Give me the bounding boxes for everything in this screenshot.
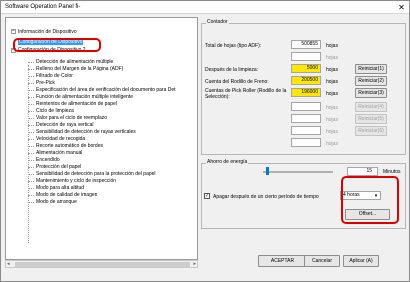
counter-empty-field [291,138,321,147]
tree-item-setting[interactable]: Relleno del Margen de la Página (ADF) [36,66,123,72]
tree-item-setting[interactable]: Especificación del área de verificación … [36,87,176,93]
total-sheets-value: 500855 [291,40,321,49]
software-operation-panel-window: Software Operation Panel fi- ✕ − Informa… [0,0,410,282]
tree-item-setting[interactable]: Modo para alta altitud [36,185,84,191]
scroll-left-icon[interactable]: ◂ [7,261,10,268]
brake-roller-label: Cuenta del Rodillo de Freno: [205,79,269,85]
accept-button[interactable]: ACEPTAR [258,255,307,267]
minutes-spinbox[interactable]: 15 [347,167,378,176]
tree-item-setting[interactable]: Velocidad de recogida [36,136,85,142]
tree-connector [28,153,34,154]
unit-label-disabled: hojas [326,117,338,123]
total-sheets-unit: hojas [326,43,338,49]
power-saving-slider-thumb[interactable] [266,167,269,175]
tree-item-setting[interactable]: Mantenimiento y ciclo de inspección [36,178,116,184]
unit-label-disabled: hojas [326,129,338,135]
after-cleaning-label: Después de la limpieza: [205,67,259,73]
tree-connector [28,62,34,63]
tree-connector [28,132,34,133]
tree-connector [28,76,34,77]
tree-connector [28,202,34,203]
unit-label-disabled: hojas [326,105,338,111]
counter-empty-field [291,126,321,135]
tree-item-setting[interactable]: Pre-Pick [36,80,55,86]
counter-empty-field [291,114,321,123]
pick-roller-unit: hojas [326,91,338,97]
tree-item-setting[interactable]: Detección de raya vertical [36,122,94,128]
tree-connector [28,174,34,175]
tree-connector [28,104,34,105]
counter-group-label: Contador [206,19,229,25]
after-cleaning-value: 5000 [291,64,321,73]
tree-connector [28,139,34,140]
auto-power-off-checkbox[interactable]: ✓ [204,193,210,199]
tree-item-setting[interactable]: Alimentación manual [36,150,82,156]
tree-connector [28,125,34,126]
reset-5-button[interactable]: Reiniciar(5) [355,114,387,124]
tree-item-setting[interactable]: Modo de arranque [36,199,77,205]
tree-connector [28,188,34,189]
title-bar: Software Operation Panel fi- ✕ [1,1,409,14]
brake-roller-value: 200500 [291,76,321,85]
reset-2-button[interactable]: Reiniciar(2) [355,76,387,86]
tree-connector [28,83,34,84]
tree-connector [28,90,34,91]
minutes-unit-label: Minutos [383,169,401,175]
settings-tree: − Información de Dispositivo Configuraci… [5,17,198,260]
cancel-button[interactable]: Cancelar [304,255,340,267]
brake-roller-unit: hojas [326,79,338,85]
scroll-right-icon[interactable]: ▸ [193,261,196,268]
scrollbar-thumb[interactable] [15,262,190,267]
power-saving-slider-track[interactable] [263,171,333,173]
highlight-ring-tree [13,38,101,52]
tree-item-setting[interactable]: Valor para el ciclo de reemplazo [36,115,107,121]
counter-empty-field [291,52,321,61]
pick-roller-value: 196000 [291,88,321,97]
tree-connector [28,97,34,98]
pick-roller-label: Cuentas de Pick Roller (Rodillo de la Se… [205,88,287,100]
reset-6-button[interactable]: Reiniciar(6) [355,126,387,136]
total-sheets-label: Total de hojas (tipo ADF): [205,43,262,49]
unit-label-disabled: hojas [326,141,338,147]
tree-item-setting[interactable]: Encendido [36,157,60,163]
tree-connector [28,111,34,112]
highlight-ring-offset [341,176,399,224]
close-icon[interactable]: ✕ [397,3,406,12]
tree-connector [28,146,34,147]
reset-1-button[interactable]: Reiniciar(1) [355,64,387,74]
tree-item-setting[interactable]: Detección de alimentación múltiple [36,59,113,65]
tree-item-setting[interactable]: Recorte automático de bordes [36,143,103,149]
tree-connector [28,118,34,119]
reset-3-button[interactable]: Reiniciar(3) [355,88,387,98]
unit-label-disabled: hojas [326,55,338,61]
tree-item-device-info[interactable]: Información de Dispositivo [18,29,77,35]
tree-item-setting[interactable]: Modo de calidad de imagen [36,192,97,198]
tree-item-setting[interactable]: Sensibilidad de detección de rayas verti… [36,129,136,135]
tree-item-setting[interactable]: Función de alimentación múltiple intelig… [36,94,133,100]
tree-item-setting[interactable]: Sensibilidad de detección para la protec… [36,171,156,177]
window-title: Software Operation Panel fi- [5,4,81,10]
auto-power-off-label: Apagar después de un cierto período de t… [213,194,319,200]
counter-empty-field [291,102,321,111]
tree-connector [28,167,34,168]
tree-horizontal-scrollbar[interactable]: ◂ ▸ [5,260,198,268]
tree-item-setting[interactable]: Filtrado de Color [36,73,73,79]
power-saving-group-label: Ahorro de energía [206,159,249,165]
tree-item-setting[interactable]: Ciclo de limpieza [36,108,74,114]
apply-button[interactable]: Aplicar (A) [343,255,379,267]
tree-connector [28,195,34,196]
reset-4-button[interactable]: Reiniciar(4) [355,102,387,112]
tree-item-setting[interactable]: Protección del papel [36,164,81,170]
tree-connector [28,181,34,182]
tree-item-setting[interactable]: Reintentos de alimentación de papel [36,101,117,107]
tree-connector [28,160,34,161]
tree-connector [28,69,34,70]
collapse-icon[interactable]: − [11,29,16,34]
tree-connector-line [28,65,29,243]
after-cleaning-unit: hojas [326,67,338,73]
